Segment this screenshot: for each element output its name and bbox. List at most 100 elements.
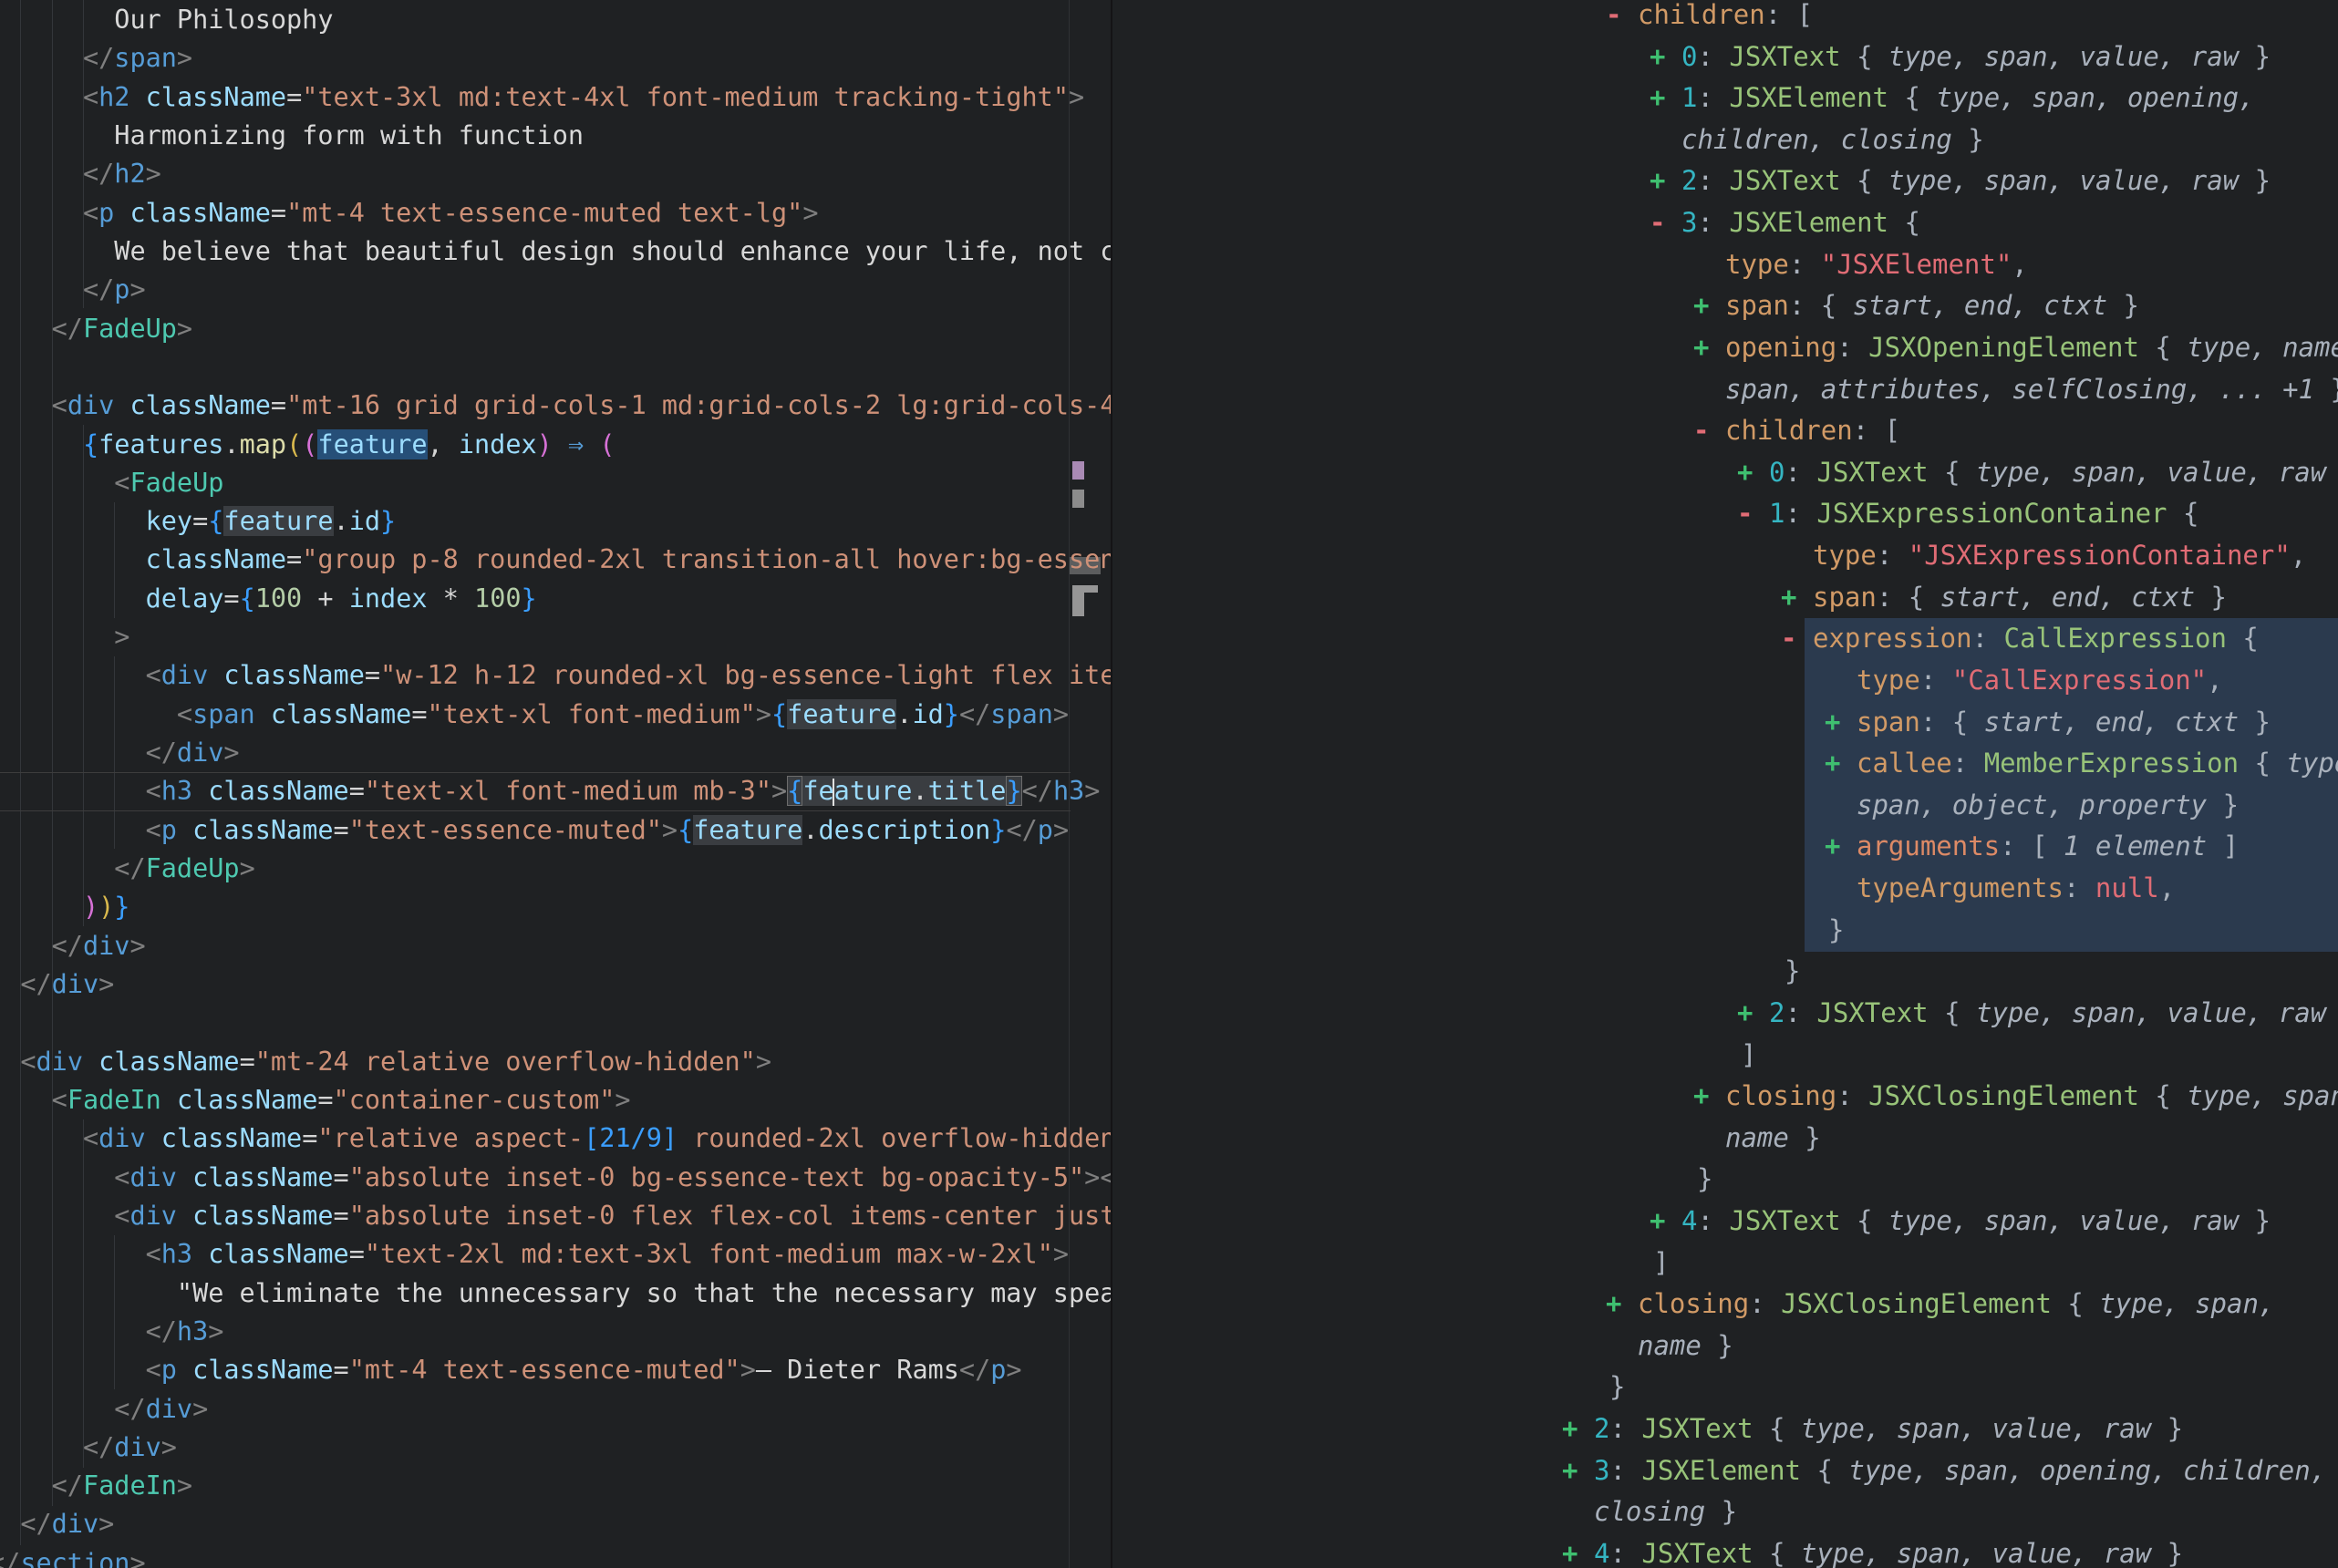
code-line[interactable]: </div> bbox=[0, 965, 114, 1004]
ast-node-row[interactable]: +closing: JSXClosingElement { type, span… bbox=[1638, 1284, 2274, 1326]
code-line[interactable]: <div className="relative aspect-[21/9] r… bbox=[0, 1119, 1111, 1158]
code-line[interactable]: </div> bbox=[0, 927, 146, 965]
code-line[interactable]: </section> bbox=[0, 1544, 146, 1568]
collapse-icon[interactable]: - bbox=[1693, 410, 1709, 452]
ast-node-row[interactable]: +closing: JSXClosingElement { type, span… bbox=[1725, 1076, 2338, 1118]
code-line[interactable]: </div> bbox=[0, 734, 240, 772]
ast-tree-pane[interactable]: -children: [+0: JSXText { type, span, va… bbox=[1112, 0, 2338, 1568]
code-line[interactable]: </h3> bbox=[0, 1313, 223, 1351]
code-line[interactable]: className="group p-8 rounded-2xl transit… bbox=[0, 541, 1111, 579]
ast-node-row[interactable]: +2: JSXText { type, span, value, raw } bbox=[1769, 993, 2338, 1035]
ast-node-row[interactable]: +2: JSXText { type, span, value, raw } bbox=[1681, 160, 2271, 202]
code-line[interactable]: Our Philosophy bbox=[0, 1, 334, 39]
code-line[interactable]: > bbox=[0, 618, 129, 656]
expand-icon[interactable]: + bbox=[1693, 285, 1709, 327]
ast-node-row[interactable]: +0: JSXText { type, span, value, raw } bbox=[1769, 452, 2338, 494]
ast-node-row[interactable]: +0: JSXText { type, span, value, raw } bbox=[1681, 36, 2271, 78]
code-line[interactable]: </h2> bbox=[0, 155, 161, 193]
ast-node-row[interactable]: } bbox=[1609, 1367, 1625, 1408]
code-line-current[interactable]: <h3 className="text-xl font-medium mb-3"… bbox=[0, 772, 1071, 810]
code-line[interactable]: <p className="text-essence-muted">{featu… bbox=[0, 811, 1069, 850]
ast-node-row[interactable]: +4: JSXText { type, span, value, raw } bbox=[1681, 1201, 2271, 1243]
code-editor-pane[interactable]: Our Philosophy </span> <h2 className="te… bbox=[0, 0, 1111, 1568]
code-line[interactable]: </div> bbox=[0, 1390, 208, 1429]
expand-icon[interactable]: + bbox=[1825, 743, 1840, 785]
expand-icon[interactable]: + bbox=[1781, 577, 1796, 619]
code-line[interactable]: </p> bbox=[0, 271, 146, 309]
code-line[interactable]: <div className="mt-24 relative overflow-… bbox=[0, 1043, 771, 1081]
ast-node-row[interactable]: +1: JSXElement { type, span, opening, bbox=[1681, 77, 2255, 119]
code-line[interactable]: <h2 className="text-3xl md:text-4xl font… bbox=[0, 78, 1084, 117]
ast-node-row[interactable]: type: "JSXElement", bbox=[1725, 244, 2028, 286]
ast-node-row[interactable]: children, closing } bbox=[1681, 119, 1984, 161]
expand-icon[interactable]: + bbox=[1562, 1408, 1578, 1450]
ast-node-row[interactable]: typeArguments: null, bbox=[1857, 868, 2175, 910]
collapse-icon[interactable]: - bbox=[1606, 0, 1621, 36]
ast-node-row[interactable]: +callee: MemberExpression { type, bbox=[1857, 743, 2338, 785]
ast-node-row[interactable]: -children: [ bbox=[1638, 0, 1813, 36]
expand-icon[interactable]: + bbox=[1650, 160, 1665, 202]
expand-icon[interactable]: + bbox=[1650, 1201, 1665, 1243]
code-line[interactable]: </FadeUp> bbox=[0, 850, 255, 888]
ast-node-row[interactable]: name } bbox=[1638, 1326, 1733, 1367]
code-line[interactable]: <div className="mt-16 grid grid-cols-1 m… bbox=[0, 387, 1111, 425]
code-line[interactable]: </FadeIn> bbox=[0, 1467, 192, 1505]
collapse-icon[interactable]: - bbox=[1650, 202, 1665, 244]
collapse-icon[interactable]: - bbox=[1781, 618, 1796, 660]
code-line[interactable]: "We eliminate the unnecessary so that th… bbox=[0, 1274, 1111, 1313]
code-line[interactable]: </FadeUp> bbox=[0, 310, 192, 348]
ast-node-row[interactable]: +span: { start, end, ctxt } bbox=[1857, 702, 2271, 744]
code-line[interactable]: {features.map((feature, index) ⇒ ( bbox=[0, 426, 616, 464]
code-line[interactable]: <FadeUp bbox=[0, 464, 223, 502]
code-line[interactable]: <p className="mt-4 text-essence-muted">—… bbox=[0, 1351, 1022, 1389]
code-line[interactable]: <span className="text-xl font-medium">{f… bbox=[0, 696, 1069, 734]
ast-node-row[interactable]: +arguments: [ 1 element ] bbox=[1857, 826, 2239, 868]
code-line[interactable]: <FadeIn className="container-custom"> bbox=[0, 1081, 631, 1119]
expand-icon[interactable]: + bbox=[1693, 1076, 1709, 1118]
ast-node-row[interactable]: span, attributes, selfClosing, ... +1 } bbox=[1725, 369, 2338, 411]
expand-icon[interactable]: + bbox=[1650, 77, 1665, 119]
ast-node-row[interactable]: +opening: JSXOpeningElement { type, name… bbox=[1725, 327, 2338, 369]
expand-icon[interactable]: + bbox=[1737, 993, 1753, 1035]
panel-divider[interactable] bbox=[1111, 0, 1112, 1568]
ast-node-row[interactable]: +4: JSXText { type, span, value, raw } bbox=[1594, 1533, 2183, 1568]
expand-icon[interactable]: + bbox=[1562, 1450, 1578, 1492]
code-line[interactable]: </div> bbox=[0, 1505, 114, 1543]
code-line[interactable]: delay={100 + index * 100} bbox=[0, 580, 537, 618]
ast-node-row[interactable]: } bbox=[1785, 951, 1800, 993]
ast-node-row[interactable]: -3: JSXElement { bbox=[1681, 202, 1920, 244]
code-line[interactable]: <p className="mt-4 text-essence-muted te… bbox=[0, 194, 818, 232]
collapse-icon[interactable]: - bbox=[1737, 493, 1753, 535]
expand-icon[interactable]: + bbox=[1737, 452, 1753, 494]
ast-node-row[interactable]: closing } bbox=[1594, 1491, 1737, 1533]
ast-node-row[interactable]: ] bbox=[1653, 1243, 1669, 1284]
expand-icon[interactable]: + bbox=[1606, 1284, 1621, 1326]
ast-node-row[interactable]: } bbox=[1828, 910, 1844, 952]
expand-icon[interactable]: + bbox=[1650, 36, 1665, 78]
ast-node-row[interactable]: span, object, property } bbox=[1857, 785, 2239, 827]
code-line[interactable]: <div className="w-12 h-12 rounded-xl bg-… bbox=[0, 656, 1111, 695]
ast-node-row[interactable]: +span: { start, end, ctxt } bbox=[1725, 285, 2139, 327]
ast-node-row[interactable]: +3: JSXElement { type, span, opening, ch… bbox=[1594, 1450, 2326, 1492]
code-line[interactable]: <div className="absolute inset-0 flex fl… bbox=[0, 1197, 1111, 1235]
ast-node-row[interactable]: type: "CallExpression", bbox=[1857, 660, 2223, 702]
ast-node-row[interactable]: type: "JSXExpressionContainer", bbox=[1813, 535, 2306, 577]
ast-node-row[interactable]: } bbox=[1697, 1159, 1712, 1201]
code-line[interactable]: key={feature.id} bbox=[0, 502, 396, 541]
code-line[interactable]: Harmonizing form with function bbox=[0, 117, 584, 155]
expand-icon[interactable]: + bbox=[1562, 1533, 1578, 1568]
code-line[interactable]: We believe that beautiful design should … bbox=[0, 232, 1111, 271]
ast-node-row[interactable]: -children: [ bbox=[1725, 410, 1900, 452]
code-line[interactable]: <h3 className="text-2xl md:text-3xl font… bbox=[0, 1235, 1069, 1274]
ast-node-row[interactable]: -1: JSXExpressionContainer { bbox=[1769, 493, 2198, 535]
ast-node-row[interactable]: +2: JSXText { type, span, value, raw } bbox=[1594, 1408, 2183, 1450]
ast-node-row[interactable]: name } bbox=[1725, 1118, 1821, 1160]
expand-icon[interactable]: + bbox=[1693, 327, 1709, 369]
expand-icon[interactable]: + bbox=[1825, 702, 1840, 744]
ast-node-row[interactable]: +span: { start, end, ctxt } bbox=[1813, 577, 2227, 619]
code-line[interactable]: </div> bbox=[0, 1429, 177, 1467]
code-line[interactable]: ))} bbox=[0, 888, 129, 926]
expand-icon[interactable]: + bbox=[1825, 826, 1840, 868]
code-line[interactable]: <div className="absolute inset-0 bg-esse… bbox=[0, 1159, 1111, 1197]
ast-node-row[interactable]: ] bbox=[1741, 1035, 1756, 1077]
